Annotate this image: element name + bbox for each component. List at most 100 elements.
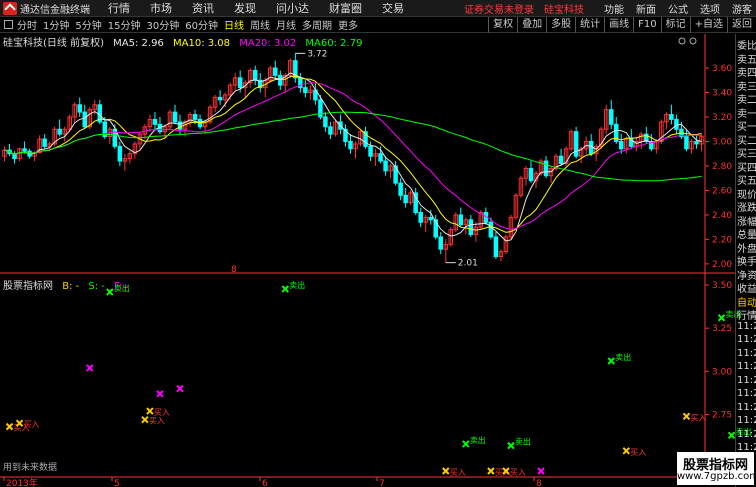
y-tick-label: 3.20 (712, 113, 732, 123)
side-panel-label: 11:2 (737, 347, 756, 359)
signal-marker (442, 467, 450, 475)
candle-body (152, 118, 158, 125)
signal-label: 卖出 (289, 280, 305, 290)
signal-marker (146, 407, 154, 415)
side-panel-label: 11:2 (737, 401, 756, 413)
candle-body (558, 155, 564, 165)
side-panel-label: 11:2 (737, 361, 756, 372)
signal-label: 买入 (450, 468, 466, 477)
candle-body (378, 153, 383, 162)
y-tick-label: 3.40 (712, 89, 732, 99)
side-panel-label: 11:2 (737, 428, 756, 440)
month-marker: 8 (231, 265, 237, 275)
candle-body (608, 109, 614, 125)
signal-label: 买入 (690, 413, 706, 422)
signal-label: 买入 (24, 420, 40, 429)
candle-body (82, 111, 87, 128)
ma-line-20 (4, 82, 702, 230)
site-watermark: 股票指标网 www.7gpzb.com (677, 452, 756, 485)
candle-body (273, 67, 278, 76)
candle-body (573, 131, 579, 157)
candle-body (428, 216, 433, 221)
signal-marker (607, 357, 615, 365)
pane-settings-icon (678, 37, 686, 45)
candle-body (528, 167, 534, 182)
signal-label: 卖出 (515, 437, 531, 447)
candle-body (619, 140, 624, 150)
signal-marker (537, 467, 545, 475)
candle-body (669, 114, 674, 120)
signal-label: 卖出 (470, 435, 486, 445)
candle-body (493, 236, 499, 258)
y-tick-label: 2.80 (712, 162, 732, 172)
side-panel-label: 11:2 (737, 415, 756, 426)
signal-marker (106, 288, 114, 296)
candle-body (22, 148, 27, 152)
signal-marker (487, 467, 495, 475)
candle-body (383, 160, 388, 172)
candle-body (418, 211, 423, 223)
candle-body (323, 116, 328, 128)
side-panel-label: 11:2 (737, 320, 756, 332)
candle-body (57, 128, 62, 135)
candle-body (488, 221, 494, 238)
y-tick-label: 2.20 (712, 235, 732, 245)
x-tick-label: 2013年 (6, 477, 38, 487)
signal-marker (507, 441, 515, 450)
signal-marker (86, 364, 94, 372)
side-panel-label: 11:2 (737, 334, 756, 345)
y-tick-label: 2.00 (712, 260, 732, 270)
candle-body (368, 145, 373, 157)
candle-body (674, 118, 679, 130)
signal-marker (727, 431, 736, 439)
y-tick-label: 3.60 (712, 64, 732, 74)
indicator-y-tick-label: 3.25 (712, 324, 732, 334)
candle-body (348, 140, 353, 150)
signal-label: 卖出 (114, 283, 130, 293)
signal-label: 买入 (510, 468, 526, 477)
y-tick-label: 3.00 (712, 137, 732, 147)
candle-body (458, 214, 464, 226)
candle-body (42, 138, 47, 147)
candle-body (252, 69, 258, 81)
candle-body (318, 99, 323, 118)
stock-chart[interactable]: 2.00 2.20 2.40 2.60 2.80 3.00 3.20 3.40 3.60 3.72… (0, 0, 756, 487)
candle-body (328, 126, 333, 135)
signal-marker (462, 440, 470, 448)
y-tick-label: 2.40 (712, 211, 732, 221)
candle-body (303, 87, 308, 94)
signal-label: 买入 (149, 417, 165, 426)
candle-body (192, 114, 198, 120)
candle-body (77, 104, 82, 113)
signal-label: 卖出 (615, 352, 631, 362)
signal-marker (622, 447, 630, 455)
candle-body (278, 74, 283, 86)
signal-marker (717, 314, 726, 322)
indicator-y-tick-label: 2.75 (712, 411, 732, 421)
watermark-url: www.7gpzb.com (677, 471, 756, 482)
x-tick-label: 7 (379, 479, 385, 487)
candle-body (398, 182, 403, 196)
x-tick-label: 8 (536, 479, 542, 487)
signal-marker (156, 390, 164, 398)
pane-maximize-icon (689, 37, 697, 45)
side-panel-label: 11:2 (737, 388, 756, 399)
candle-body (468, 219, 474, 236)
y-tick-label: 2.60 (712, 186, 732, 196)
candle-body (217, 96, 223, 101)
signal-marker (5, 422, 14, 431)
signal-marker (176, 384, 184, 393)
signal-marker (682, 412, 691, 420)
candle-body (438, 236, 444, 250)
indicator-y-tick-label: 3.00 (712, 367, 732, 377)
candle-body (694, 140, 699, 145)
side-panel-label: 11:2 (737, 374, 756, 386)
ma-line-5 (4, 72, 702, 242)
candle-body (403, 194, 408, 204)
signal-label: 买入 (630, 448, 646, 457)
signal-marker (141, 416, 149, 424)
quote-side-panel[interactable]: 委比 卖五 卖四 卖三 卖二 卖一 买一 买二 买三 买四 买五 现价 涨跌 涨幅 总量 外盘 换手 净资 收益 自动… (735, 34, 756, 487)
x-tick-label: 6 (262, 479, 268, 487)
indicator-y-tick-label: 3.50 (712, 281, 732, 291)
candle-body (117, 145, 123, 162)
